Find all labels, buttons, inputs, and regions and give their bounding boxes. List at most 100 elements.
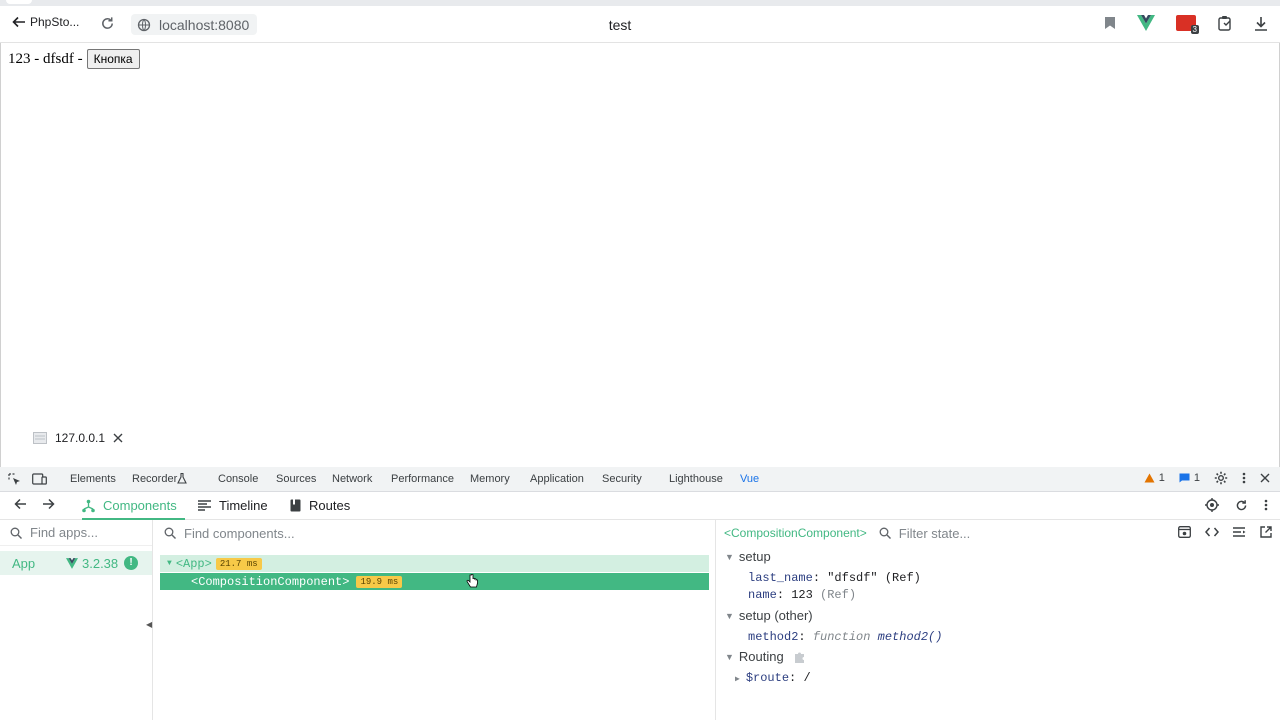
render-time-badge: 21.7 ms xyxy=(215,557,262,570)
section-setup-other[interactable]: ▼ setup (other) xyxy=(725,608,813,623)
prop-value[interactable]: "dfsdf" xyxy=(827,571,877,585)
inspect-dom-icon[interactable] xyxy=(1233,526,1246,538)
messages-counter[interactable]: 1 xyxy=(1179,472,1200,484)
vue-toolbar-actions xyxy=(1205,498,1268,512)
tab-sources[interactable]: Sources xyxy=(276,473,316,485)
inspector-actions xyxy=(1178,526,1272,538)
collapse-arrow-icon[interactable]: ▼ xyxy=(725,652,734,662)
code-icon[interactable] xyxy=(1205,527,1219,537)
apps-search[interactable]: Find apps... xyxy=(0,520,152,546)
prop-value: / xyxy=(803,671,811,685)
tab-memory[interactable]: Memory xyxy=(470,473,510,485)
tab-performance[interactable]: Performance xyxy=(391,473,454,485)
tab-recorder[interactable]: Recorder xyxy=(132,473,177,485)
more-vertical-icon[interactable] xyxy=(1242,472,1246,484)
inspector-header: <CompositionComponent> Filter state... xyxy=(717,520,1280,546)
app-version: 3.2.38 xyxy=(66,556,118,571)
close-icon[interactable] xyxy=(113,433,123,443)
collapse-arrow-icon[interactable]: ▼ xyxy=(725,611,734,621)
component-tree-icon xyxy=(82,499,95,512)
active-tab-nub[interactable] xyxy=(6,0,32,4)
search-icon xyxy=(164,527,176,539)
status-host: 127.0.0.1 xyxy=(55,431,106,445)
extension-badge-count: 3 xyxy=(1190,25,1199,34)
favicon-icon xyxy=(33,432,47,444)
inspected-component-name: <CompositionComponent> xyxy=(724,526,867,540)
message-icon xyxy=(1179,473,1190,483)
back-label: PhpSto... xyxy=(30,15,80,29)
components-search[interactable]: Find components... xyxy=(154,520,715,546)
warnings-counter[interactable]: 1 xyxy=(1144,472,1165,484)
tab-console[interactable]: Console xyxy=(218,473,258,485)
tab-elements[interactable]: Elements xyxy=(70,473,116,485)
more-vertical-icon[interactable] xyxy=(1264,499,1268,511)
extension-icon[interactable]: 3 xyxy=(1176,15,1199,34)
tab-application[interactable]: Application xyxy=(530,473,584,485)
expand-arrow-icon[interactable]: ▼ xyxy=(167,559,172,568)
component-tree-pane: Find components... ▼ <App> 21.7 ms <Comp… xyxy=(154,520,716,720)
expand-arrow-icon[interactable]: ▶ xyxy=(735,675,740,684)
state-prop-name[interactable]: name: 123 (Ref) xyxy=(748,588,856,602)
tab-routes[interactable]: Routes xyxy=(290,498,350,513)
state-filter-placeholder: Filter state... xyxy=(898,525,971,541)
tab-components-label: Components xyxy=(103,498,177,513)
prop-note: (Ref) xyxy=(884,571,921,585)
open-in-editor-icon[interactable] xyxy=(1260,526,1272,538)
back-arrow-icon xyxy=(12,15,26,29)
prop-value[interactable]: 123 xyxy=(791,588,813,602)
gear-icon[interactable] xyxy=(1214,471,1228,485)
state-inspector-pane: <CompositionComponent> Filter state... ▼… xyxy=(717,520,1280,720)
prop-key: last_name xyxy=(748,571,813,585)
vue-devtools-icon[interactable] xyxy=(1137,15,1155,31)
state-filter[interactable]: Filter state... xyxy=(879,525,971,541)
messages-count: 1 xyxy=(1193,472,1200,484)
components-search-placeholder: Find components... xyxy=(184,525,295,541)
state-prop-last-name[interactable]: last_name: "dfsdf" (Ref) xyxy=(748,571,921,585)
inspect-element-icon[interactable] xyxy=(8,473,21,486)
tab-vue[interactable]: Vue xyxy=(735,473,764,494)
tab-timeline[interactable]: Timeline xyxy=(198,498,268,513)
reload-icon[interactable] xyxy=(100,16,115,31)
section-setup-label: setup xyxy=(738,549,771,564)
collapse-arrow-icon[interactable]: ▼ xyxy=(725,552,734,562)
prop-key: method2 xyxy=(748,630,799,644)
flask-icon xyxy=(177,473,187,484)
collapse-pane-icon[interactable]: ◀ xyxy=(146,620,152,629)
close-devtools-icon[interactable] xyxy=(1260,473,1270,483)
back-button[interactable]: PhpSto... xyxy=(12,15,79,29)
app-name: App xyxy=(12,555,36,571)
address-bar[interactable]: localhost:8080 xyxy=(131,14,258,35)
book-icon xyxy=(290,499,301,512)
vue-logo-icon xyxy=(66,557,78,569)
section-setup[interactable]: ▼ setup xyxy=(725,549,771,564)
bookmark-icon[interactable] xyxy=(1104,16,1116,30)
info-icon[interactable]: ! xyxy=(124,556,138,570)
device-toolbar-icon[interactable] xyxy=(32,473,47,486)
tree-node-composition-component[interactable]: <CompositionComponent> 19.9 ms xyxy=(160,573,709,590)
tab-security[interactable]: Security xyxy=(602,473,642,485)
warnings-count: 1 xyxy=(1158,472,1165,484)
nav-forward-icon[interactable] xyxy=(42,498,55,510)
search-icon xyxy=(879,527,891,539)
state-prop-route[interactable]: ▶ $route: / xyxy=(735,671,811,685)
render-time-badge: 19.9 ms xyxy=(356,575,403,588)
toolbar-actions: 3 xyxy=(1104,15,1268,34)
tree-node-label: <App> xyxy=(175,556,212,571)
tab-components[interactable]: Components xyxy=(82,498,185,520)
page-button[interactable]: Кнопка xyxy=(86,49,140,69)
select-component-icon[interactable] xyxy=(1205,498,1219,512)
tab-network[interactable]: Network xyxy=(332,473,372,485)
devtools-panel: Elements Recorder Console Sources Networ… xyxy=(0,467,1280,720)
tree-node-app[interactable]: ▼ <App> 21.7 ms xyxy=(160,555,709,572)
download-icon[interactable] xyxy=(1254,16,1268,31)
nav-back-icon[interactable] xyxy=(14,498,27,510)
site-info-icon[interactable] xyxy=(137,18,151,32)
refresh-icon[interactable] xyxy=(1235,499,1248,512)
state-prop-method2[interactable]: method2: function method2() xyxy=(748,630,942,644)
scroll-to-component-icon[interactable] xyxy=(1178,526,1191,538)
section-routing[interactable]: ▼ Routing xyxy=(725,649,807,664)
tab-lighthouse[interactable]: Lighthouse xyxy=(669,473,723,485)
prop-note: (Ref) xyxy=(820,588,857,602)
clipboard-icon[interactable] xyxy=(1217,15,1233,31)
app-list-item[interactable]: App 3.2.38 ! xyxy=(0,551,152,575)
